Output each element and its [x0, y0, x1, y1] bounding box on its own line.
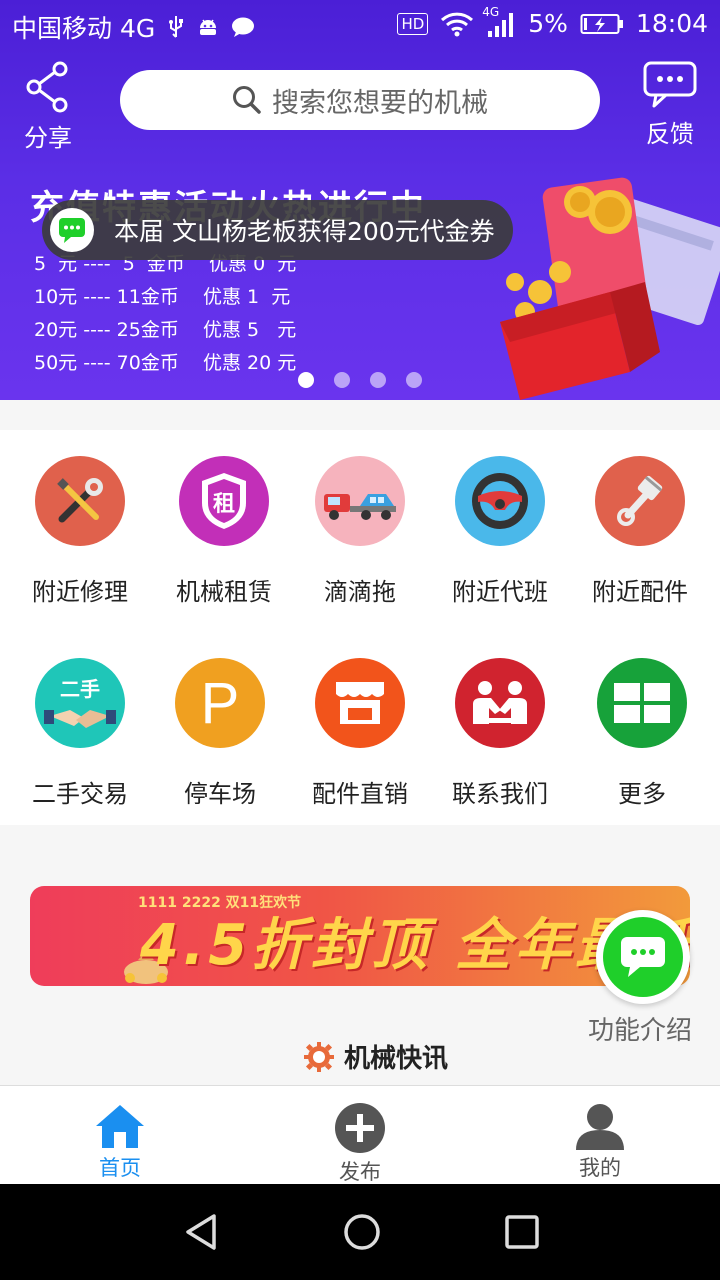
news-title: 机械快讯: [344, 1044, 449, 1074]
grid-item-machinery-rental[interactable]: 租 机械租赁: [152, 456, 296, 607]
grid-item-label: 附近配件: [592, 578, 688, 606]
rate-row: 10元 ---- 11金币 优惠 1 元: [34, 286, 291, 308]
parking-letter: P: [200, 670, 240, 736]
parking-icon: P: [175, 658, 265, 748]
contact-people-icon: [455, 658, 545, 748]
android-icon: [197, 16, 219, 38]
secondhand-badge-text: 二手: [60, 676, 100, 701]
bottom-tab-bar: 首页 发布 我的: [0, 1085, 720, 1184]
grid-item-nearby-substitute-driver[interactable]: 附近代班: [428, 456, 572, 607]
grid-item-label: 附近修理: [32, 578, 128, 606]
news-section-heading: 机械快讯: [304, 1038, 448, 1075]
feedback-button[interactable]: 反馈: [630, 60, 710, 149]
search-icon: [233, 86, 261, 114]
top-section: 中国移动 4G HD 4G 5% 18:04 分享 搜索您想要的机械 反馈 5 …: [0, 0, 720, 400]
user-icon: [576, 1104, 624, 1150]
battery-percent: 5%: [528, 9, 568, 38]
grid-item-nearby-parts[interactable]: 附近配件: [568, 456, 712, 607]
toast-text: 本届 文山杨老板获得200元代金券: [114, 217, 495, 246]
home-icon: [96, 1105, 144, 1148]
recent-apps-icon[interactable]: [502, 1212, 542, 1252]
message-icon: [50, 208, 94, 252]
search-bar[interactable]: 搜索您想要的机械: [120, 70, 600, 130]
grid-item-more[interactable]: 更多: [570, 658, 714, 809]
battery-charging-icon: [580, 12, 624, 36]
recharge-rate-list: 5 元 ---- 5 金币 优惠 0 元 10元 ---- 11金币 优惠 1 …: [34, 248, 296, 380]
grid-item-label: 配件直销: [312, 780, 408, 808]
grid-item-contact-us[interactable]: 联系我们: [428, 658, 572, 809]
piston-icon: [595, 456, 685, 546]
store-icon: [315, 658, 405, 748]
rate-row: 20元 ---- 25金币 优惠 5 元: [34, 319, 297, 341]
gift-box-coins-illustration: [500, 177, 720, 400]
function-grid: 附近修理 租 机械租赁 滴滴拖 附近代班 附近配件 二手 二手交易 P 停车场 …: [0, 430, 720, 825]
winner-toast: 本届 文山杨老板获得200元代金券: [42, 200, 513, 260]
grid-item-label: 机械租赁: [176, 578, 272, 606]
carousel-dot[interactable]: [334, 372, 350, 388]
wifi-icon: [440, 11, 474, 37]
grid-item-label: 附近代班: [452, 578, 548, 606]
grid-item-label: 联系我们: [452, 780, 548, 808]
signal-icon: 4G: [482, 5, 516, 37]
chat-message-icon: [603, 917, 683, 997]
grid-item-label: 滴滴拖: [324, 578, 396, 606]
status-bar: 中国移动 4G HD 4G 5% 18:04: [0, 0, 720, 52]
function-intro-button[interactable]: [596, 910, 690, 1004]
share-button[interactable]: 分享: [8, 60, 88, 153]
carousel-dot[interactable]: [406, 372, 422, 388]
hd-text: HD: [397, 12, 429, 35]
tow-truck-icon: [315, 456, 405, 546]
feedback-chat-icon: [643, 61, 697, 108]
app-screen: 中国移动 4G HD 4G 5% 18:04 分享 搜索您想要的机械 反馈 5 …: [0, 0, 720, 1280]
feedback-label: 反馈: [646, 120, 694, 148]
rent-shield-icon: 租: [179, 456, 269, 546]
tab-publish[interactable]: 发布: [300, 1102, 420, 1186]
system-nav-bar: [0, 1184, 720, 1280]
grid-item-secondhand-trade[interactable]: 二手 二手交易: [8, 658, 152, 809]
tab-label: 我的: [579, 1156, 621, 1180]
grid-item-parts-direct-sale[interactable]: 配件直销: [288, 658, 432, 809]
clock: 18:04: [635, 9, 708, 38]
carousel-indicator: [298, 372, 422, 388]
carousel-dot[interactable]: [298, 372, 314, 388]
search-placeholder: 搜索您想要的机械: [272, 87, 488, 119]
tab-home[interactable]: 首页: [60, 1102, 180, 1182]
carrier-text: 中国移动 4G: [12, 14, 156, 43]
tab-mine[interactable]: 我的: [540, 1102, 660, 1182]
grid-item-parking-lot[interactable]: P 停车场: [148, 658, 292, 809]
share-icon: [26, 61, 68, 113]
sale-ad-banner[interactable]: 1111 2222 双11狂欢节 4.5折封顶 全年最低价: [30, 886, 690, 986]
wrench-screwdriver-icon: [35, 456, 125, 546]
plus-circle-icon: [335, 1103, 385, 1153]
grid-item-label: 二手交易: [32, 780, 128, 808]
handshake-icon: 二手: [35, 658, 125, 748]
grid-item-nearby-repair[interactable]: 附近修理: [8, 456, 152, 607]
hd-badge: HD: [397, 12, 429, 35]
app-header: 分享 搜索您想要的机械 反馈: [0, 52, 720, 152]
promo-banner-carousel[interactable]: 充值特惠活动火热进行中 5 元 ---- 5 金币 优惠 0 元 10元 ---…: [0, 152, 720, 400]
back-icon[interactable]: [182, 1212, 222, 1252]
grid-item-tow-service[interactable]: 滴滴拖: [288, 456, 432, 607]
function-intro-label: 功能介绍: [588, 1016, 693, 1046]
rate-row: 50元 ---- 70金币 优惠 20 元: [34, 352, 297, 374]
tab-label: 发布: [339, 1160, 381, 1184]
chat-bubble-icon: [231, 16, 255, 38]
usb-icon: [167, 15, 185, 39]
steering-wheel-icon: [455, 456, 545, 546]
tab-label: 首页: [99, 1156, 141, 1180]
home-circle-icon[interactable]: [342, 1212, 382, 1252]
share-label: 分享: [24, 124, 72, 152]
grid-item-label: 停车场: [184, 780, 256, 808]
gear-icon: [304, 1041, 334, 1072]
network-type-text: 4G: [482, 4, 500, 19]
svg-text:租: 租: [213, 492, 235, 517]
carousel-dot[interactable]: [370, 372, 386, 388]
grid-item-label: 更多: [618, 780, 666, 808]
more-grid-icon: [597, 658, 687, 748]
